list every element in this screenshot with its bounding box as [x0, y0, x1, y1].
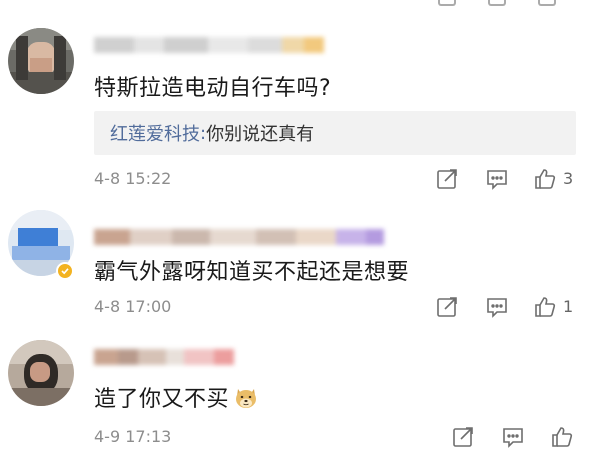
- comment-text-content: 造了你又不买: [94, 387, 230, 412]
- comment-icon[interactable]: [500, 425, 526, 449]
- comment-timestamp: 4-8 17:00: [94, 297, 172, 316]
- share-icon[interactable]: [450, 425, 476, 449]
- doge-emoji-icon: [236, 389, 257, 408]
- thumbs-up-icon[interactable]: [532, 295, 558, 319]
- like-count: 1: [563, 297, 574, 316]
- comment-meta-row: 4-8 17:00 1: [0, 295, 610, 319]
- avatar[interactable]: [8, 28, 74, 94]
- comment-icon: [488, 0, 506, 6]
- like-count: 3: [563, 169, 574, 188]
- comment-icon[interactable]: [484, 295, 510, 319]
- avatar[interactable]: [8, 340, 74, 406]
- comment-meta-row: 4-8 15:22 3: [0, 167, 610, 191]
- comment-text: 特斯拉造电动自行车吗?: [94, 76, 332, 101]
- comment-timestamp: 4-8 15:22: [94, 169, 172, 188]
- share-icon[interactable]: [434, 295, 460, 319]
- comment-text: 造了你又不买: [94, 381, 259, 413]
- reply-text: 你别说还真有: [206, 124, 315, 145]
- verified-badge-icon: [56, 262, 74, 280]
- comment-text: 霸气外露呀知道买不起还是想要: [94, 260, 410, 285]
- comment-meta-row: 4-9 17:13: [0, 425, 610, 449]
- reply-box[interactable]: 红莲爱科技 : 你别说还真有: [94, 111, 576, 155]
- comment-icon[interactable]: [484, 167, 510, 191]
- thumbs-up-icon[interactable]: [532, 167, 558, 191]
- previous-comment-meta-strip: [0, 0, 610, 14]
- share-icon[interactable]: [434, 167, 460, 191]
- comment-timestamp: 4-9 17:13: [94, 427, 172, 446]
- username-blurred[interactable]: [94, 226, 384, 248]
- thumbs-up-icon: [538, 0, 556, 6]
- username-blurred[interactable]: [94, 346, 234, 368]
- thumbs-up-icon[interactable]: [549, 425, 575, 449]
- username-blurred[interactable]: [94, 34, 324, 56]
- reply-author-link[interactable]: 红莲爱科技: [110, 120, 200, 146]
- share-icon: [438, 0, 456, 6]
